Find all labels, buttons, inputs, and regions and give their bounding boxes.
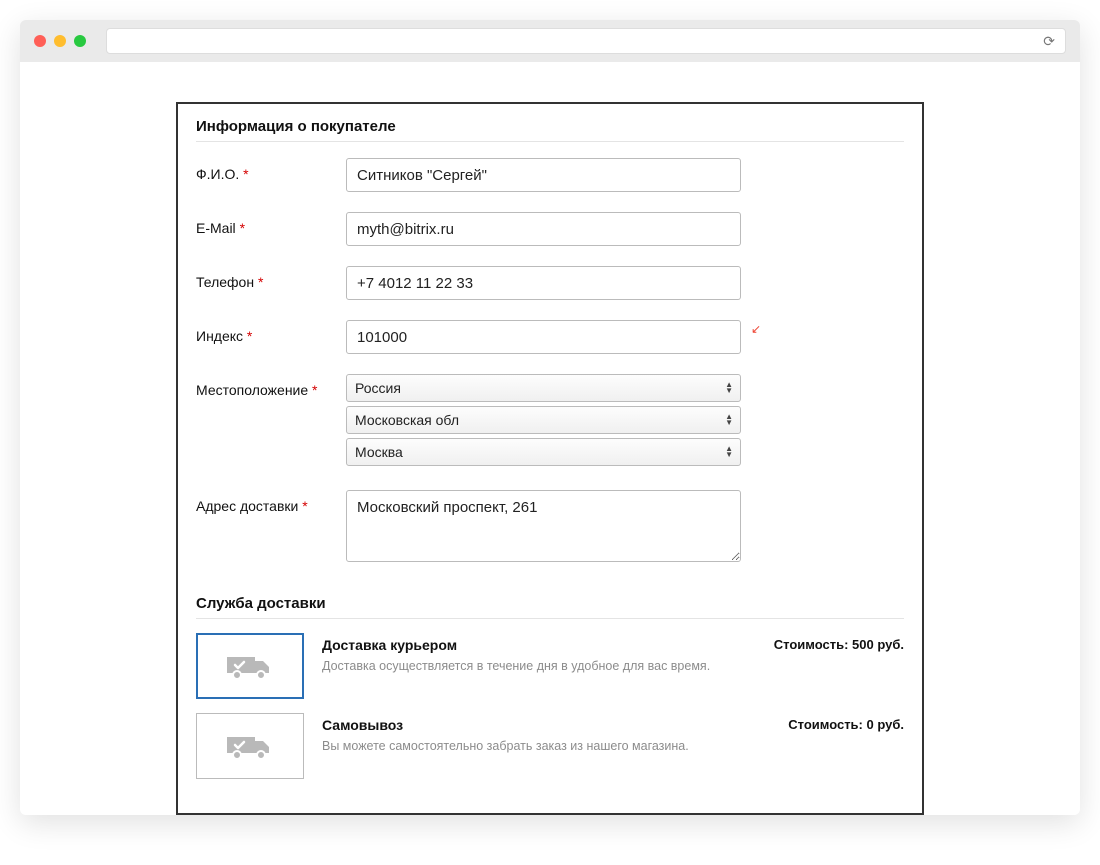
field-row-location: Местоположение * Россия ▲▼ Московская об…: [196, 374, 904, 470]
fio-input[interactable]: [346, 158, 741, 192]
delivery-thumb-courier[interactable]: [196, 633, 304, 699]
delivery-cost-pickup: Стоимость: 0 руб.: [788, 713, 904, 732]
cost-label: Стоимость:: [788, 717, 863, 732]
cost-value: 0 руб.: [867, 717, 904, 732]
window-minimize-icon[interactable]: [54, 35, 66, 47]
delivery-name-pickup: Самовывоз: [322, 717, 770, 733]
required-mark: *: [240, 220, 245, 236]
required-mark: *: [258, 274, 263, 290]
email-input[interactable]: [346, 212, 741, 246]
delivery-desc-courier: Доставка осуществляется в течение дня в …: [322, 659, 756, 673]
window-close-icon[interactable]: [34, 35, 46, 47]
cost-value: 500 руб.: [852, 637, 904, 652]
browser-content: Информация о покупателе Ф.И.О. * E-Mail …: [20, 62, 1080, 815]
field-row-fio: Ф.И.О. *: [196, 158, 904, 192]
phone-input[interactable]: [346, 266, 741, 300]
location-label-text: Местоположение: [196, 382, 308, 398]
delivery-section-title: Служба доставки: [196, 595, 904, 619]
email-label-text: E-Mail: [196, 220, 236, 236]
index-label: Индекс *: [196, 320, 346, 344]
delivery-name-courier: Доставка курьером: [322, 637, 756, 653]
delivery-option-courier[interactable]: Доставка курьером Доставка осуществляетс…: [196, 633, 904, 699]
buyer-info-title: Информация о покупателе: [196, 118, 904, 142]
delivery-body-courier: Доставка курьером Доставка осуществляетс…: [322, 633, 756, 673]
required-mark: *: [302, 498, 307, 514]
required-mark: *: [312, 382, 317, 398]
field-row-index: Индекс * ↙: [196, 320, 904, 354]
phone-label-text: Телефон: [196, 274, 254, 290]
city-select[interactable]: Москва: [346, 438, 741, 466]
index-input[interactable]: [346, 320, 741, 354]
truck-icon: [227, 731, 273, 761]
browser-window: ⟳ Информация о покупателе Ф.И.О. * E-Mai…: [20, 20, 1080, 815]
truck-icon: [227, 651, 273, 681]
location-label: Местоположение *: [196, 374, 346, 398]
reload-icon[interactable]: ⟳: [1043, 33, 1055, 50]
delivery-option-pickup[interactable]: Самовывоз Вы можете самостоятельно забра…: [196, 713, 904, 779]
window-maximize-icon[interactable]: [74, 35, 86, 47]
phone-label: Телефон *: [196, 266, 346, 290]
required-mark: *: [243, 166, 248, 182]
fio-label-text: Ф.И.О.: [196, 166, 239, 182]
browser-titlebar: ⟳: [20, 20, 1080, 62]
address-textarea[interactable]: [346, 490, 741, 562]
required-mark: *: [247, 328, 252, 344]
index-label-text: Индекс: [196, 328, 243, 344]
index-hint-icon: ↙: [751, 322, 761, 336]
field-row-phone: Телефон *: [196, 266, 904, 300]
address-label: Адрес доставки *: [196, 490, 346, 514]
email-label: E-Mail *: [196, 212, 346, 236]
delivery-body-pickup: Самовывоз Вы можете самостоятельно забра…: [322, 713, 770, 753]
region-select[interactable]: Московская обл: [346, 406, 741, 434]
field-row-email: E-Mail *: [196, 212, 904, 246]
delivery-cost-courier: Стоимость: 500 руб.: [774, 633, 904, 652]
address-label-text: Адрес доставки: [196, 498, 298, 514]
cost-label: Стоимость:: [774, 637, 849, 652]
country-select[interactable]: Россия: [346, 374, 741, 402]
field-row-address: Адрес доставки *: [196, 490, 904, 567]
address-bar[interactable]: ⟳: [106, 28, 1066, 54]
checkout-form: Информация о покупателе Ф.И.О. * E-Mail …: [176, 102, 924, 815]
delivery-desc-pickup: Вы можете самостоятельно забрать заказ и…: [322, 739, 770, 753]
delivery-thumb-pickup[interactable]: [196, 713, 304, 779]
fio-label: Ф.И.О. *: [196, 158, 346, 182]
